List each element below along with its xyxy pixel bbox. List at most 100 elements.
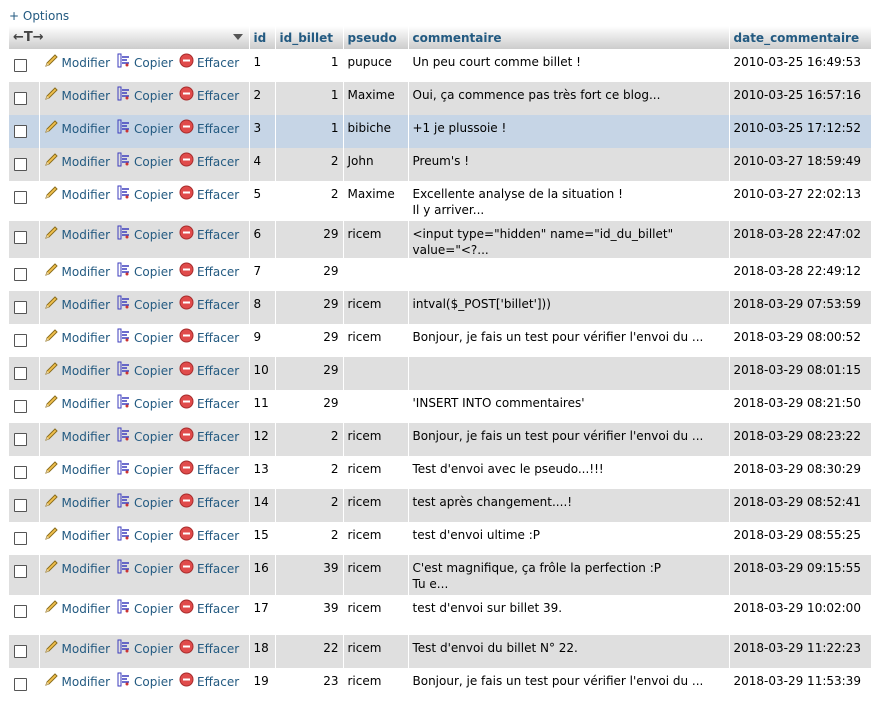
table-row[interactable]: Modifier Copier Effacer 14 2 ricem test après … [9, 489, 872, 522]
edit-link[interactable]: Modifier [44, 394, 110, 413]
edit-label[interactable]: Modifier [62, 227, 111, 243]
cell-pseudo[interactable] [343, 258, 409, 291]
cell-id[interactable]: 6 [249, 221, 276, 258]
delete-label[interactable]: Effacer [197, 561, 239, 577]
cell-pseudo[interactable]: Maxime [343, 82, 409, 115]
dropdown-caret-icon[interactable] [232, 34, 243, 40]
row-checkbox[interactable] [14, 301, 27, 314]
row-checkbox[interactable] [14, 268, 27, 281]
cell-date[interactable]: 2018-03-29 11:22:23 [729, 635, 872, 668]
row-checkbox-cell[interactable] [9, 291, 40, 324]
edit-label[interactable]: Modifier [62, 264, 111, 280]
table-row[interactable]: Modifier Copier Effacer 7 29 2018-03-28 22:49… [9, 258, 872, 291]
cell-id-billet[interactable]: 29 [275, 258, 344, 291]
edit-label[interactable]: Modifier [62, 187, 111, 203]
copy-link[interactable]: Copier [116, 427, 173, 446]
cell-date[interactable]: 2010-03-27 18:59:49 [729, 148, 872, 181]
cell-id[interactable]: 17 [249, 595, 276, 635]
column-header-commentaire[interactable]: commentaire [408, 26, 730, 49]
copy-label[interactable]: Copier [134, 462, 173, 478]
cell-id-billet[interactable]: 29 [275, 221, 344, 258]
row-checkbox-cell[interactable] [9, 221, 40, 258]
delete-link[interactable]: Effacer [179, 394, 239, 413]
row-checkbox-cell[interactable] [9, 635, 40, 668]
edit-label[interactable]: Modifier [62, 495, 111, 511]
row-checkbox[interactable] [14, 565, 27, 578]
row-checkbox-cell[interactable] [9, 181, 40, 221]
cell-date[interactable]: 2018-03-29 08:55:25 [729, 522, 872, 555]
cell-date[interactable]: 2010-03-27 22:02:13 [729, 181, 872, 221]
delete-label[interactable]: Effacer [197, 528, 239, 544]
table-row[interactable]: Modifier Copier Effacer 1 1 pupuce Un peu cour… [9, 49, 872, 82]
table-row[interactable]: Modifier Copier Effacer 12 2 ricem Bonjour, je… [9, 423, 872, 456]
cell-id-billet[interactable]: 1 [275, 82, 344, 115]
edit-link[interactable]: Modifier [44, 225, 111, 244]
delete-link[interactable]: Effacer [179, 86, 239, 105]
cell-id[interactable]: 18 [249, 635, 276, 668]
cell-id-billet[interactable]: 2 [275, 456, 344, 489]
copy-icon[interactable] [116, 86, 134, 105]
pencil-icon[interactable] [44, 599, 62, 618]
row-checkbox[interactable] [14, 645, 27, 658]
delete-label[interactable]: Effacer [197, 601, 239, 617]
row-checkbox-cell[interactable] [9, 456, 40, 489]
cell-id[interactable]: 3 [249, 115, 276, 148]
pencil-icon[interactable] [44, 361, 62, 380]
cell-id-billet[interactable]: 29 [275, 390, 344, 423]
edit-link[interactable]: Modifier [44, 86, 110, 105]
delete-icon[interactable] [179, 86, 197, 105]
cell-commentaire[interactable] [408, 357, 730, 390]
cell-date[interactable]: 2010-03-25 17:12:52 [729, 115, 872, 148]
cell-date[interactable]: 2018-03-29 08:01:15 [729, 357, 872, 390]
cell-id-billet[interactable]: 22 [275, 635, 344, 668]
row-checkbox-cell[interactable] [9, 555, 40, 595]
row-checkbox[interactable] [14, 158, 27, 171]
pencil-icon[interactable] [44, 86, 62, 105]
copy-icon[interactable] [116, 427, 134, 446]
copy-icon[interactable] [116, 119, 134, 138]
delete-link[interactable]: Effacer [179, 599, 239, 618]
copy-link[interactable]: Copier [116, 53, 173, 72]
delete-label[interactable]: Effacer [197, 154, 239, 170]
delete-icon[interactable] [179, 672, 197, 691]
copy-label[interactable]: Copier [134, 495, 173, 511]
cell-id[interactable]: 12 [249, 423, 276, 456]
copy-label[interactable]: Copier [134, 561, 173, 577]
cell-id[interactable]: 7 [249, 258, 276, 291]
cell-commentaire[interactable]: Un peu court comme billet ! [408, 49, 730, 82]
cell-id-billet[interactable]: 39 [275, 595, 344, 635]
cell-date[interactable]: 2018-03-29 08:00:52 [729, 324, 872, 357]
edit-label[interactable]: Modifier [62, 154, 111, 170]
copy-label[interactable]: Copier [134, 429, 173, 445]
edit-label[interactable]: Modifier [62, 429, 111, 445]
edit-label[interactable]: Modifier [62, 674, 111, 690]
delete-link[interactable]: Effacer [179, 225, 239, 244]
copy-link[interactable]: Copier [116, 185, 173, 204]
edit-label[interactable]: Modifier [62, 363, 111, 379]
row-checkbox[interactable] [14, 400, 27, 413]
copy-icon[interactable] [116, 328, 134, 347]
row-checkbox[interactable] [14, 125, 27, 138]
delete-link[interactable]: Effacer [179, 295, 239, 314]
cell-id[interactable]: 2 [249, 82, 276, 115]
copy-icon[interactable] [116, 526, 134, 545]
copy-link[interactable]: Copier [116, 361, 173, 380]
table-row[interactable]: Modifier Copier Effacer 9 29 ricem Bonjour, je… [9, 324, 872, 357]
cell-pseudo[interactable]: ricem [343, 423, 409, 456]
delete-label[interactable]: Effacer [197, 641, 239, 657]
edit-link[interactable]: Modifier [44, 526, 110, 545]
copy-link[interactable]: Copier [116, 225, 173, 244]
row-checkbox[interactable] [14, 605, 27, 618]
cell-date[interactable]: 2018-03-29 08:23:22 [729, 423, 872, 456]
cell-id-billet[interactable]: 2 [275, 489, 344, 522]
row-checkbox-cell[interactable] [9, 148, 40, 181]
cell-commentaire[interactable]: Bonjour, je fais un test pour vérifier l… [408, 423, 730, 456]
cell-commentaire[interactable]: intval($_POST['billet'])) [408, 291, 730, 324]
delete-icon[interactable] [179, 394, 197, 413]
row-checkbox-cell[interactable] [9, 258, 40, 291]
delete-label[interactable]: Effacer [197, 88, 239, 104]
cell-id[interactable]: 1 [249, 49, 276, 82]
delete-icon[interactable] [179, 493, 197, 512]
pencil-icon[interactable] [44, 53, 62, 72]
row-checkbox-cell[interactable] [9, 115, 40, 148]
